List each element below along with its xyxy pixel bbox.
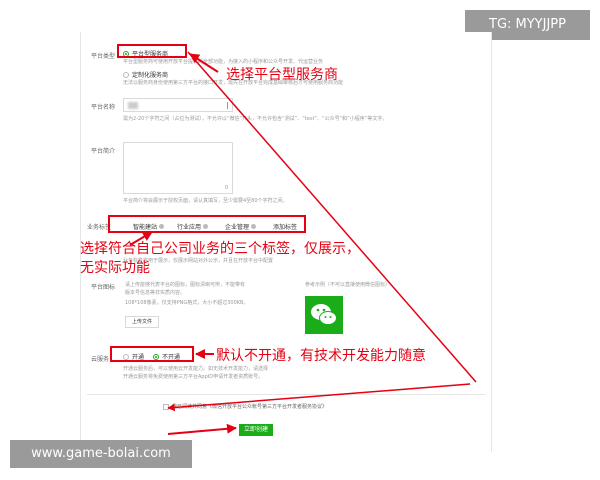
page: TG: MYYJJPP 平台类型 平台型服务商 平台型服务商可使用开放平台提供的… <box>0 0 600 480</box>
cloud-service-hint-2: 开通云服务将免费使用第三方平台AppID申请开发者资质账号。 <box>123 374 264 380</box>
annotation-text-2-line1: 选择符合自己公司业务的三个标签，仅展示， <box>80 241 360 257</box>
form-divider <box>87 394 485 395</box>
annotation-box-cloud <box>110 346 194 362</box>
annotation-box-tags <box>108 215 306 233</box>
blurred-name-value <box>128 102 138 109</box>
create-now-button[interactable]: 立即创建 <box>239 424 273 436</box>
platform-type-label: 平台类型 <box>91 53 116 60</box>
watermark-bottom: www.game-bolai.com <box>10 440 192 468</box>
platform-intro-label: 平台简介 <box>91 148 116 155</box>
icon-example-label: 参考示例（不可以直接使用微信图标） <box>305 282 391 288</box>
upload-file-button[interactable]: 上传文件 <box>125 316 159 328</box>
platform-name-input[interactable] <box>123 98 233 112</box>
wechat-logo-icon <box>305 296 343 334</box>
platform-intro-hint: 平台简介将会展示于授权页面，请认真填写，至少需要4至80个字符之间。 <box>123 198 288 204</box>
platform-icon-hint-3: 108*108像素，仅支持PNG格式，大小不超过300KB。 <box>125 300 249 306</box>
platform-name-label: 平台名称 <box>91 104 116 111</box>
annotation-text-3: 默认不开通，有技术开发能力随意 <box>216 348 426 364</box>
wechat-logo-svg <box>311 304 337 325</box>
platform-icon-hint-1: 请上传能够代表平台的图标，图标清晰可辨，不能带有 <box>125 282 246 288</box>
annotation-box-platform-type <box>117 44 187 58</box>
platform-icon-hint-2: 版本号信息等非实质内容。 <box>125 290 186 296</box>
platform-icon-label: 平台图标 <box>91 284 116 291</box>
cloud-service-hint-1: 开通云服务后，可以使用云开发能力。如无技术开发能力，请选择 <box>123 366 269 372</box>
annotation-text-2-line2: 无实际功能 <box>80 260 150 276</box>
radio-dot <box>123 71 129 78</box>
radio-custom-service-label: 定制化服务商 <box>132 72 169 79</box>
input-caret <box>227 102 228 109</box>
cloud-service-label: 云服务 <box>91 356 110 363</box>
checkbox-box <box>163 403 169 410</box>
agreement-checkbox[interactable]: 我已阅读并同意《微信开放平台公众帐号第三方平台开发者服务协议》 <box>163 403 327 410</box>
platform-name-hint: 需为2-20个字符之间（占位为测试），不允许以“微信”开头，不允许包含“测试”、… <box>123 116 388 122</box>
platform-intro-textarea[interactable]: 0 <box>123 142 233 194</box>
business-tags-hint: 业务标签将用于展示，仅展示网站对外公示，并且在开放平台中配置 <box>123 258 274 264</box>
radio-custom-service[interactable]: 定制化服务商 <box>123 70 168 79</box>
annotation-text-1: 选择平台型服务商 <box>226 67 338 83</box>
intro-char-counter: 0 <box>224 185 228 191</box>
agreement-text: 我已阅读并同意《微信开放平台公众帐号第三方平台开发者服务协议》 <box>172 404 328 410</box>
